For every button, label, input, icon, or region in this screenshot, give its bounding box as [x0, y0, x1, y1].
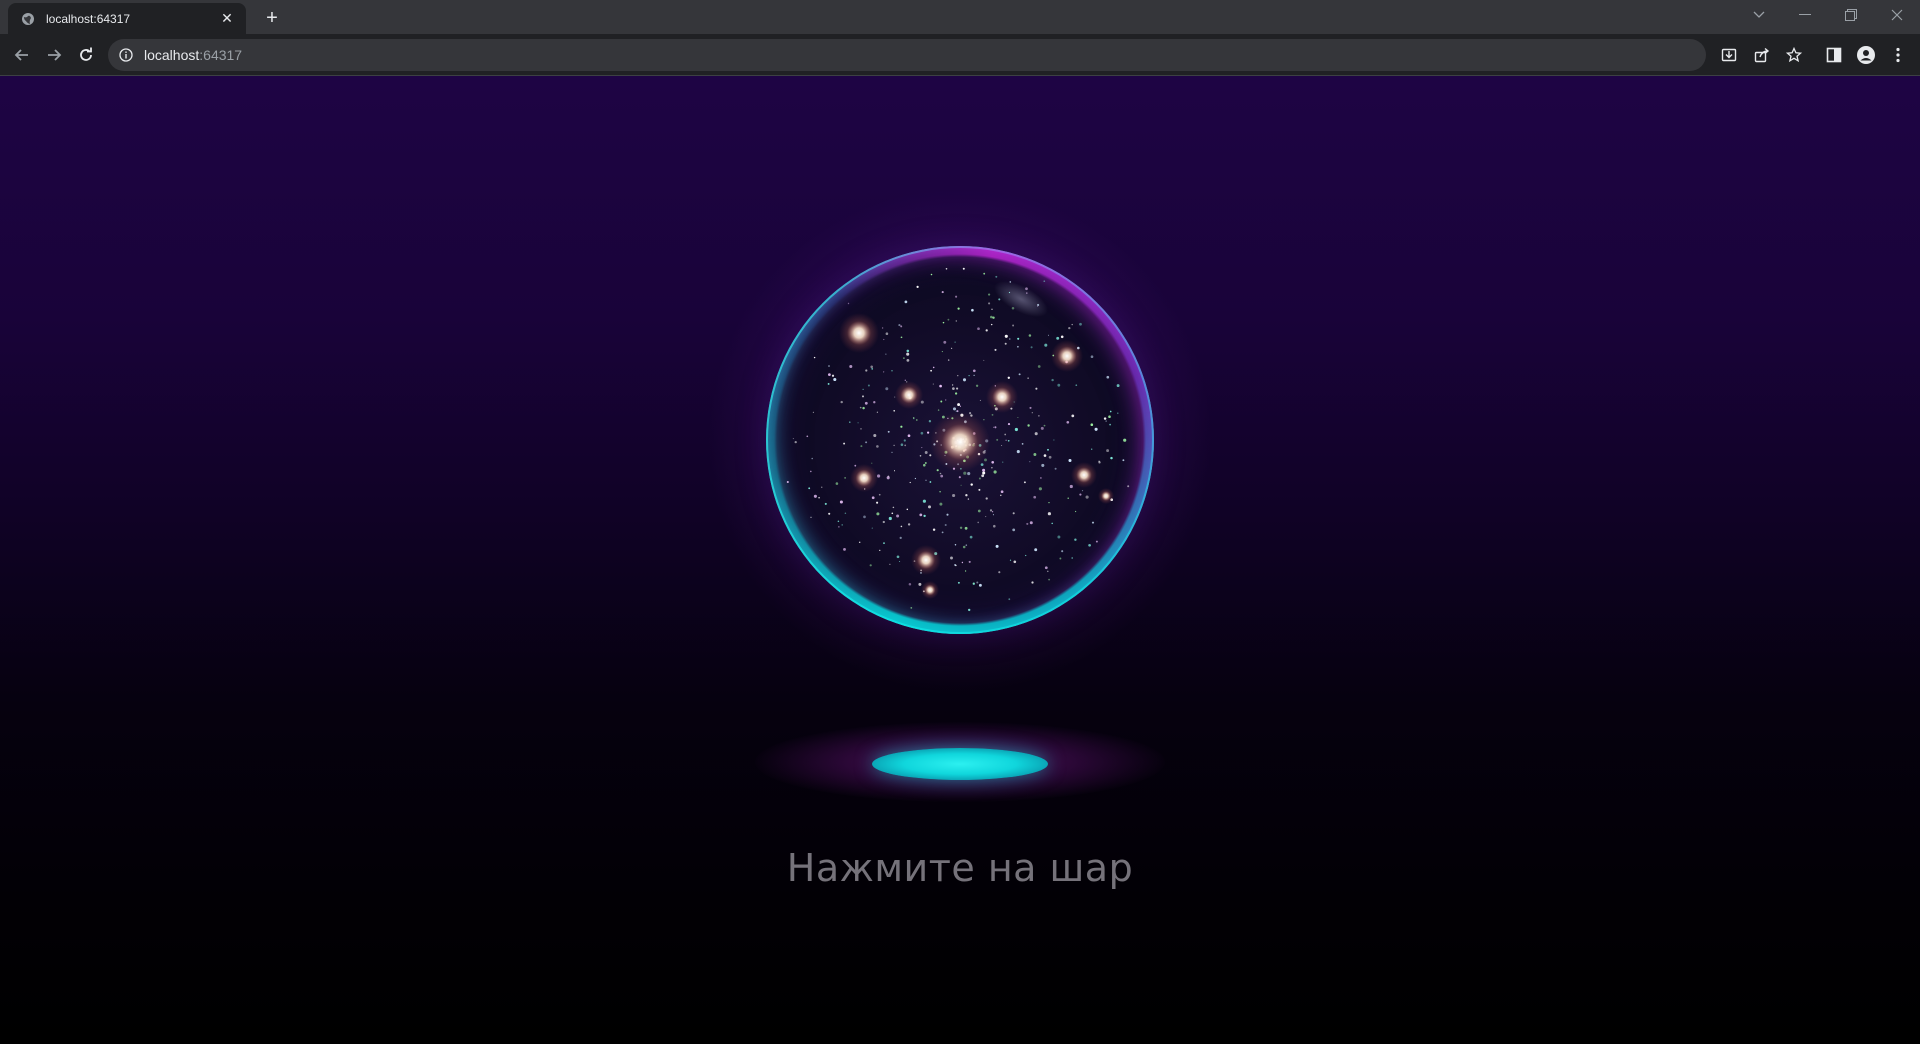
install-icon[interactable]	[1717, 43, 1741, 67]
menu-icon[interactable]	[1886, 43, 1910, 67]
orb-rim	[766, 246, 1154, 634]
info-icon[interactable]	[118, 47, 134, 63]
address-bar[interactable]: localhost:64317	[108, 39, 1706, 71]
side-panel-icon[interactable]	[1822, 43, 1846, 67]
plus-icon: +	[266, 7, 278, 29]
browser-tab[interactable]: localhost:64317 ✕	[8, 3, 246, 34]
tab-strip: localhost:64317 ✕ +	[0, 0, 1920, 34]
bookmark-star-icon[interactable]	[1782, 43, 1806, 67]
window-close-icon[interactable]	[1874, 0, 1920, 30]
pedestal-light	[872, 748, 1048, 780]
browser-toolbar: localhost:64317	[0, 34, 1920, 76]
share-icon[interactable]	[1750, 43, 1774, 67]
forward-icon[interactable]	[40, 41, 68, 69]
page-viewport: Нажмите на шар	[0, 76, 1920, 1044]
crystal-ball[interactable]	[706, 186, 1214, 694]
url-port: :64317	[199, 47, 243, 63]
tab-close-icon[interactable]: ✕	[218, 10, 236, 28]
restore-icon[interactable]	[1828, 0, 1874, 30]
tab-title: localhost:64317	[46, 11, 131, 26]
minimize-icon[interactable]	[1782, 0, 1828, 30]
click-prompt: Нажмите на шар	[786, 846, 1134, 890]
back-icon[interactable]	[8, 41, 36, 69]
new-tab-button[interactable]: +	[260, 6, 284, 30]
globe-icon	[20, 11, 36, 27]
profile-icon[interactable]	[1854, 43, 1878, 67]
tab-search-icon[interactable]	[1736, 0, 1782, 30]
reload-icon[interactable]	[72, 41, 100, 69]
url-host: localhost	[144, 47, 200, 63]
